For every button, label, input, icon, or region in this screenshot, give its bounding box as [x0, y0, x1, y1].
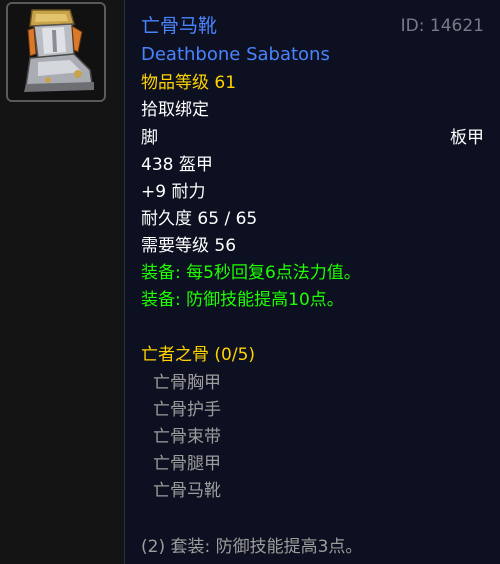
armor-type: 板甲: [450, 128, 484, 148]
armor-value: 438 盔甲: [141, 155, 213, 175]
left-panel: [0, 0, 124, 564]
plate-boots-icon: [8, 4, 104, 100]
item-level: 物品等级 61: [141, 73, 237, 93]
set-piece: 亡骨马靴: [153, 481, 221, 501]
bind-type: 拾取绑定: [141, 100, 209, 120]
required-level: 需要等级 56: [141, 236, 237, 256]
item-id: ID: 14621: [400, 16, 484, 36]
item-name-cn: 亡骨马靴: [141, 15, 218, 37]
stat-stamina: +9 耐力: [141, 182, 206, 202]
equip-slot: 脚: [141, 128, 158, 148]
set-name: 亡者之骨 (0/5): [141, 345, 256, 365]
item-tooltip: 亡骨马靴 ID: 14621 Deathbone Sabatons 物品等级 6…: [124, 0, 500, 564]
equip-effect: 装备: 每5秒回复6点法力值。: [141, 263, 361, 283]
set-piece: 亡骨胸甲: [153, 373, 221, 393]
equip-effect: 装备: 防御技能提高10点。: [141, 290, 344, 310]
set-bonus: (2) 套装: 防御技能提高3点。: [141, 537, 363, 557]
set-piece: 亡骨腿甲: [153, 454, 221, 474]
set-piece: 亡骨束带: [153, 427, 221, 447]
durability: 耐久度 65 / 65: [141, 209, 258, 229]
item-icon-frame[interactable]: [6, 2, 106, 102]
item-name-en: Deathbone Sabatons: [141, 44, 330, 65]
set-piece: 亡骨护手: [153, 400, 221, 420]
